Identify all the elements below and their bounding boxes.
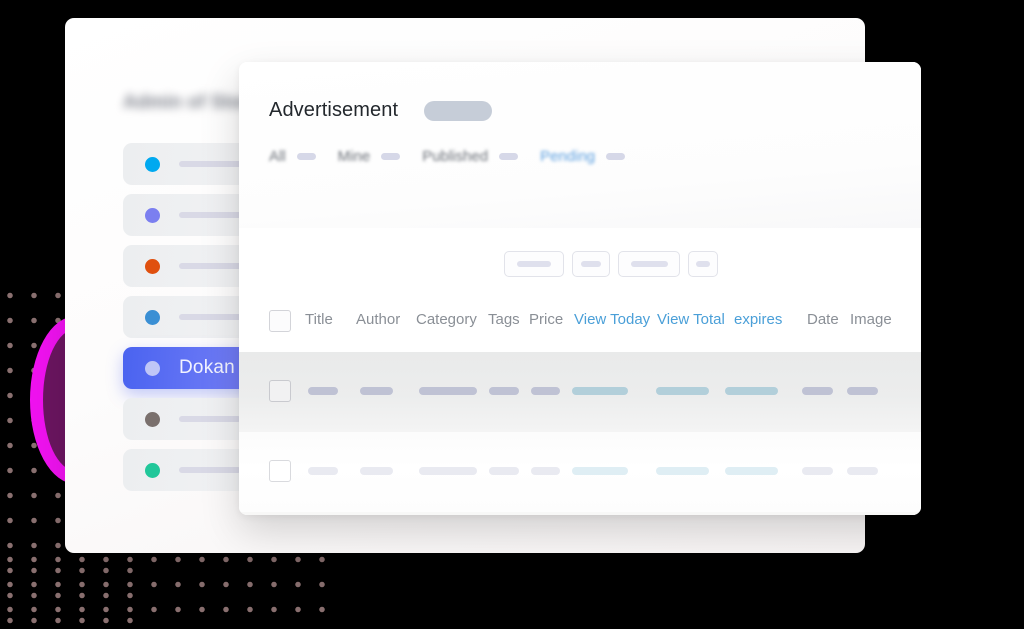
- cell-placeholder-price: [531, 467, 560, 475]
- cell-placeholder-tags: [489, 387, 519, 395]
- column-header-image: Image: [850, 311, 892, 328]
- advertisement-title-row: Advertisement: [269, 99, 493, 122]
- sidebar-item-dot-icon: [145, 309, 160, 325]
- filter-tab-count-placeholder: [499, 153, 519, 160]
- cell-placeholder-tags: [489, 467, 519, 475]
- table-header-row: Title Author Category Tags Price View Today Vi…: [239, 290, 921, 352]
- table-row[interactable]: [239, 432, 921, 512]
- cell-placeholder-category: [419, 467, 477, 475]
- filter-tab-pending[interactable]: Pending: [540, 148, 647, 165]
- advertisement-title: Advertisement: [269, 99, 399, 121]
- cell-placeholder-title: [308, 387, 338, 395]
- advertisement-list-card: Advertisement All Mine Published Pending Ti…: [239, 62, 921, 515]
- add-new-button[interactable]: [424, 100, 493, 121]
- toolbar-button-label-placeholder: [630, 261, 668, 267]
- screenshot-stage: Admin of Store Dokan Advertisement All Mi…: [0, 0, 1024, 629]
- toolbar-button-label-placeholder: [581, 261, 601, 267]
- cell-placeholder-view-today: [572, 387, 628, 395]
- sidebar-item-dot-icon: [145, 411, 160, 427]
- cell-placeholder-view-total: [656, 387, 709, 395]
- column-header-tags: Tags: [488, 311, 520, 328]
- column-header-author: Author: [356, 311, 401, 328]
- toolbar-button-0[interactable]: [504, 251, 564, 277]
- sidebar-item-label-placeholder: [179, 161, 243, 167]
- filter-tab-count-placeholder: [296, 153, 316, 160]
- dot-grid-decoration-bottom: [0, 545, 332, 629]
- filter-tab-published[interactable]: Published: [422, 148, 540, 165]
- cell-placeholder-expires: [725, 467, 778, 475]
- sidebar-item-label-placeholder: [179, 314, 243, 320]
- bulk-action-toolbar[interactable]: [504, 251, 718, 277]
- toolbar-button-1[interactable]: [572, 251, 610, 277]
- sidebar-item-dot-icon: [145, 360, 160, 376]
- cell-placeholder-image: [847, 387, 878, 395]
- sidebar-item-dot-icon: [145, 156, 160, 172]
- cell-placeholder-date: [802, 467, 833, 475]
- toolbar-button-label-placeholder: [517, 261, 551, 267]
- cell-placeholder-expires: [725, 387, 778, 395]
- sidebar-item-label: Dokan: [179, 357, 235, 378]
- sidebar-item-label-placeholder: [179, 416, 241, 422]
- column-header-view-today[interactable]: View Today: [574, 311, 650, 328]
- sidebar-item-dot-icon: [145, 258, 160, 274]
- column-header-expires[interactable]: expires: [734, 311, 782, 328]
- filter-tab-mine[interactable]: Mine: [338, 148, 423, 165]
- toolbar-button-label-placeholder: [696, 261, 710, 267]
- sidebar-item-label-placeholder: [179, 467, 241, 473]
- row-select-checkbox[interactable]: [269, 380, 291, 402]
- toolbar-button-2[interactable]: [618, 251, 680, 277]
- filter-tab-count-placeholder: [606, 153, 626, 160]
- select-all-checkbox[interactable]: [269, 310, 291, 332]
- filter-tab-label: Published: [422, 148, 489, 165]
- sidebar-item-dot-icon: [145, 462, 160, 478]
- column-header-title: Title: [305, 311, 333, 328]
- table-row[interactable]: [239, 512, 921, 515]
- filter-tab-count-placeholder: [381, 153, 401, 160]
- column-header-date: Date: [807, 311, 839, 328]
- sidebar-item-dot-icon: [145, 207, 160, 223]
- status-filter-tabs[interactable]: All Mine Published Pending: [269, 148, 647, 165]
- cell-placeholder-view-today: [572, 467, 628, 475]
- table-row[interactable]: [239, 352, 921, 432]
- cell-placeholder-view-total: [656, 467, 709, 475]
- filter-tab-all[interactable]: All: [269, 148, 338, 165]
- sidebar-item-label-placeholder: [179, 212, 243, 218]
- toolbar-button-3[interactable]: [688, 251, 718, 277]
- advertisement-header: Advertisement All Mine Published Pending: [239, 62, 921, 228]
- column-header-view-total[interactable]: View Total: [657, 311, 725, 328]
- filter-tab-label: Pending: [540, 148, 596, 165]
- cell-placeholder-date: [802, 387, 833, 395]
- cell-placeholder-author: [360, 387, 393, 395]
- column-header-category: Category: [416, 311, 477, 328]
- advertisement-table: Title Author Category Tags Price View Today Vi…: [239, 290, 921, 515]
- sidebar-item-label-placeholder: [179, 263, 243, 269]
- cell-placeholder-category: [419, 387, 477, 395]
- column-header-price: Price: [529, 311, 564, 328]
- filter-tab-label: Mine: [337, 148, 371, 165]
- cell-placeholder-price: [531, 387, 560, 395]
- cell-placeholder-image: [847, 467, 878, 475]
- cell-placeholder-author: [360, 467, 393, 475]
- row-select-checkbox[interactable]: [269, 460, 291, 482]
- cell-placeholder-title: [308, 467, 338, 475]
- filter-tab-label: All: [269, 148, 286, 165]
